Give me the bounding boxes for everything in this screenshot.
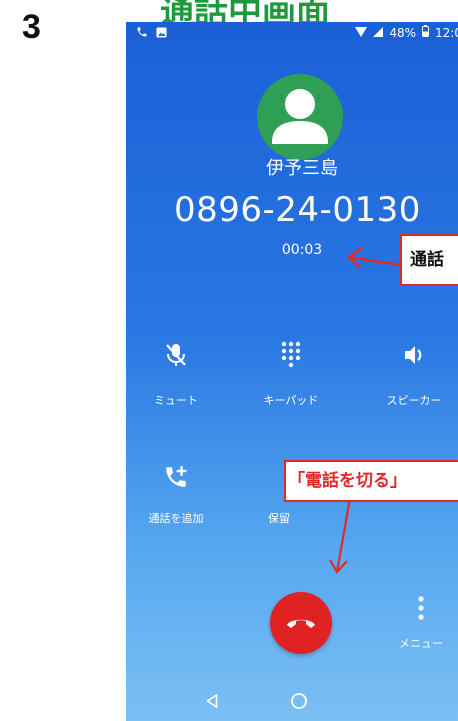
- annotation-arrows: [329, 246, 401, 574]
- end-call-callout: 「電話を切る」: [284, 460, 458, 502]
- timer-callout: 通話: [400, 234, 458, 286]
